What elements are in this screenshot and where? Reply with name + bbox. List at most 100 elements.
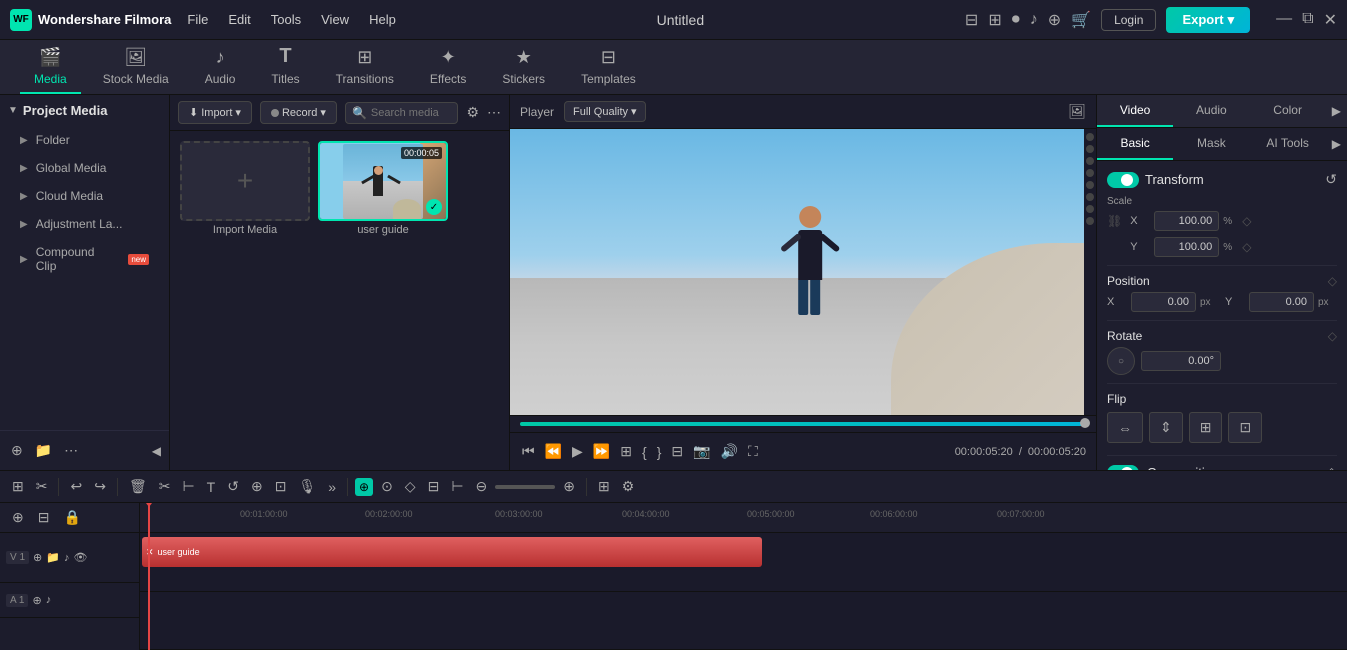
tab-effects[interactable]: ✦ Effects bbox=[416, 41, 480, 94]
filter-icon[interactable]: ⚙ bbox=[466, 104, 479, 121]
quality-select[interactable]: Full Quality ▾ bbox=[564, 101, 646, 122]
import-media-item[interactable]: + Import Media bbox=[180, 141, 310, 236]
sidebar-collapse-icon[interactable]: ◀ bbox=[152, 444, 161, 458]
ripple-icon[interactable]: ⊙ bbox=[377, 475, 397, 498]
scene-detect-icon[interactable]: ⊞ bbox=[8, 475, 28, 498]
search-input[interactable] bbox=[371, 107, 452, 119]
add-item-icon[interactable]: ⊕ bbox=[8, 439, 26, 462]
zoom-minus-icon[interactable]: ⊖ bbox=[472, 475, 492, 498]
export-button[interactable]: Export ▾ bbox=[1166, 7, 1250, 33]
add-track-icon[interactable]: ⊕ bbox=[8, 506, 28, 529]
keyframe-icon[interactable]: ◇ bbox=[401, 475, 420, 498]
snap-button[interactable]: ⊕ bbox=[355, 478, 373, 496]
login-button[interactable]: Login bbox=[1101, 9, 1156, 31]
scale-y-input[interactable] bbox=[1154, 237, 1219, 257]
grid-icon[interactable]: ⊞ bbox=[594, 475, 614, 498]
record-button[interactable]: Record ▾ bbox=[260, 101, 337, 124]
sidebar-project-media[interactable]: ▼ Project Media bbox=[0, 95, 169, 126]
more-media-icon[interactable]: ⋯ bbox=[487, 104, 501, 121]
flip-option-4-button[interactable]: ⊡ bbox=[1228, 412, 1262, 443]
transform-reset-icon[interactable]: ↺ bbox=[1325, 171, 1337, 188]
win-close-icon[interactable]: ✕ bbox=[1324, 10, 1337, 30]
flip-option-3-button[interactable]: ⊞ bbox=[1189, 412, 1223, 443]
panel-tabs-arrow[interactable]: ▶ bbox=[1326, 95, 1347, 127]
track-volume-icon[interactable]: ♪ bbox=[64, 552, 70, 564]
screen-icon[interactable]: ⊞ bbox=[988, 10, 1001, 30]
audio-icon[interactable]: ♪ bbox=[1030, 11, 1038, 29]
rewind-icon[interactable]: ⏮ bbox=[520, 441, 537, 462]
panel-subtab-arrow[interactable]: ▶ bbox=[1326, 128, 1347, 160]
track-folder-icon[interactable]: 📁 bbox=[46, 551, 60, 564]
import-button[interactable]: ⬇ Import ▾ bbox=[178, 101, 252, 124]
menu-file[interactable]: File bbox=[187, 12, 208, 27]
menu-edit[interactable]: Edit bbox=[228, 12, 250, 27]
tab-titles[interactable]: T Titles bbox=[257, 39, 313, 94]
mark-in-icon[interactable]: { bbox=[640, 442, 649, 462]
zoom-tl-icon[interactable]: ⊕ bbox=[247, 475, 267, 498]
minimize-icon[interactable]: ⊟ bbox=[965, 10, 978, 30]
transform-header[interactable]: Transform ↺ bbox=[1107, 171, 1337, 188]
image-icon[interactable]: 🖼 bbox=[1068, 103, 1086, 120]
zoom-slider[interactable] bbox=[495, 485, 555, 489]
sidebar-item-folder[interactable]: ▶ Folder bbox=[0, 126, 169, 154]
more-tl-icon[interactable]: » bbox=[324, 476, 340, 498]
pos-x-input[interactable] bbox=[1131, 292, 1196, 312]
panel-tab-video[interactable]: Video bbox=[1097, 95, 1173, 127]
crop-tl-icon[interactable]: ⊡ bbox=[271, 475, 291, 498]
auto-cut-icon[interactable]: ✂ bbox=[32, 475, 52, 498]
step-back-icon[interactable]: ⏪ bbox=[543, 441, 564, 462]
audio-track-add-icon[interactable]: ⊕ bbox=[32, 594, 41, 607]
track-eye-icon[interactable]: 👁 bbox=[73, 551, 87, 564]
transform-toggle[interactable] bbox=[1107, 172, 1139, 188]
position-reset-icon[interactable]: ◇ bbox=[1328, 274, 1337, 288]
rotate-knob[interactable]: ○ bbox=[1107, 347, 1135, 375]
settings-tl-icon[interactable]: ⚙ bbox=[618, 475, 639, 498]
rotate-reset-icon[interactable]: ◇ bbox=[1328, 329, 1337, 343]
menu-tools[interactable]: Tools bbox=[271, 12, 301, 27]
snapshot-icon[interactable]: 📷 bbox=[691, 441, 712, 462]
sidebar-item-adjustment-layer[interactable]: ▶ Adjustment La... bbox=[0, 210, 169, 238]
puzzle-icon[interactable]: ⊕ bbox=[1048, 10, 1061, 30]
fullscreen-icon[interactable]: ⛶ bbox=[746, 441, 760, 462]
rotate-tl-icon[interactable]: ↺ bbox=[223, 475, 243, 498]
multicam-icon[interactable]: ⊟ bbox=[669, 441, 685, 462]
play-icon[interactable]: ▶ bbox=[570, 441, 585, 462]
rotate-value-input[interactable] bbox=[1141, 351, 1221, 371]
record-icon[interactable]: ⏺ bbox=[1012, 11, 1020, 29]
win-minimize-icon[interactable]: — bbox=[1276, 10, 1292, 30]
pos-y-input[interactable] bbox=[1249, 292, 1314, 312]
more-options-icon[interactable]: ⋯ bbox=[61, 439, 81, 462]
voice-icon[interactable]: 🎙 bbox=[294, 475, 320, 498]
progress-bar[interactable] bbox=[520, 422, 1086, 426]
new-folder-icon[interactable]: 📁 bbox=[32, 439, 55, 462]
win-restore-icon[interactable]: ⧉ bbox=[1302, 10, 1313, 30]
detach-audio-icon[interactable]: ⊟ bbox=[424, 475, 444, 498]
video-clip[interactable]: ✕ user guide bbox=[142, 537, 762, 567]
track-add-icon[interactable]: ⊕ bbox=[33, 551, 42, 564]
trim-icon[interactable]: ⊢ bbox=[178, 475, 198, 498]
scale-x-reset-icon[interactable]: ◇ bbox=[1242, 214, 1251, 228]
tab-audio[interactable]: ♪ Audio bbox=[191, 41, 250, 94]
user-guide-item[interactable]: 00:00:05 ✓ user guide bbox=[318, 141, 448, 236]
delete-icon[interactable]: 🗑 bbox=[125, 475, 151, 498]
scale-x-input[interactable] bbox=[1154, 211, 1219, 231]
tab-stock-media[interactable]: 🖼 Stock Media bbox=[89, 41, 183, 94]
panel-subtab-basic[interactable]: Basic bbox=[1097, 128, 1173, 160]
sidebar-item-global-media[interactable]: ▶ Global Media bbox=[0, 154, 169, 182]
flip-horizontal-button[interactable]: ⇔ bbox=[1107, 412, 1143, 443]
track-options-icon[interactable]: ⊟ bbox=[34, 506, 54, 529]
tab-transitions[interactable]: ⊞ Transitions bbox=[322, 41, 408, 94]
split-icon[interactable]: ⊢ bbox=[447, 475, 467, 498]
panel-subtab-ai-tools[interactable]: AI Tools bbox=[1250, 128, 1326, 160]
volume-icon[interactable]: 🔊 bbox=[719, 441, 740, 462]
audio-track-vol-icon[interactable]: ♪ bbox=[46, 594, 52, 606]
crop-icon[interactable]: ⊞ bbox=[618, 441, 634, 462]
undo-icon[interactable]: ↩ bbox=[66, 475, 86, 498]
panel-tab-audio[interactable]: Audio bbox=[1173, 95, 1249, 127]
panel-tab-color[interactable]: Color bbox=[1250, 95, 1326, 127]
mark-out-icon[interactable]: } bbox=[655, 442, 664, 462]
flip-vertical-button[interactable]: ⇕ bbox=[1149, 412, 1183, 443]
sidebar-item-compound-clip[interactable]: ▶ Compound Clip new bbox=[0, 238, 169, 280]
zoom-plus-icon[interactable]: ⊕ bbox=[559, 475, 579, 498]
playhead[interactable] bbox=[148, 503, 150, 650]
